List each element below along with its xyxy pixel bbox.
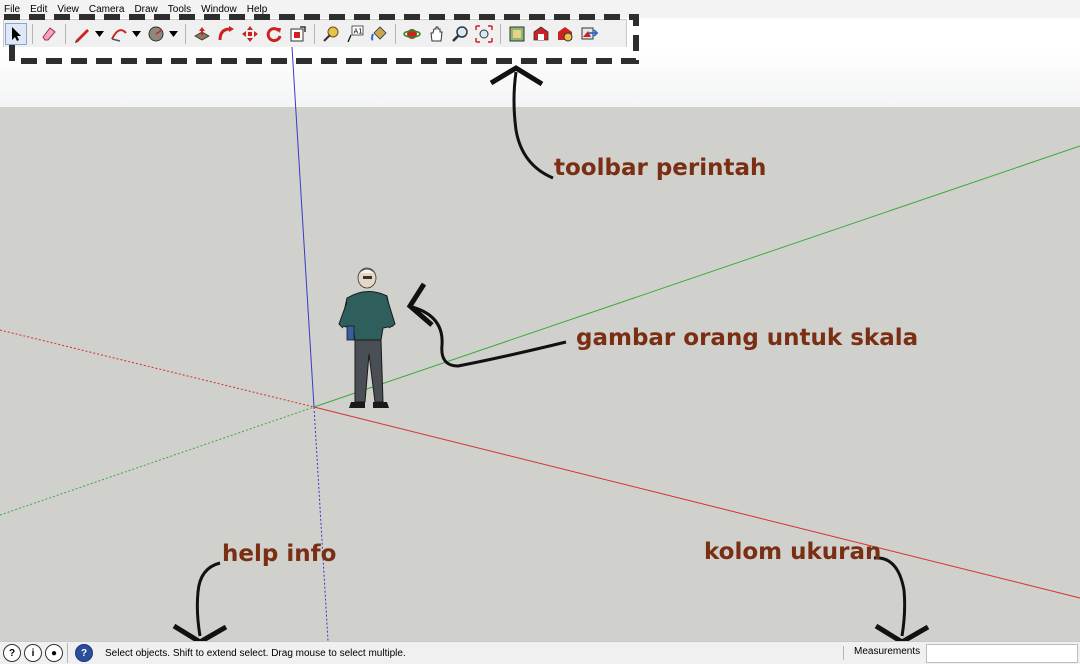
zoom-extents-tool-button[interactable] xyxy=(473,23,495,45)
toolbar-separator xyxy=(500,23,501,44)
zoom-tool-button[interactable] xyxy=(449,23,471,45)
toolbar-separator xyxy=(65,23,66,44)
toolbar-separator xyxy=(314,23,315,44)
warehouse-button[interactable] xyxy=(530,23,552,45)
toolbar-separator xyxy=(185,23,186,44)
orbit-tool-button[interactable] xyxy=(401,23,423,45)
push-pull-tool-button[interactable] xyxy=(191,23,213,45)
text-icon: A1 xyxy=(347,25,364,42)
follow-me-tool-button[interactable] xyxy=(215,23,237,45)
pan-icon xyxy=(430,26,443,41)
push-pull-icon xyxy=(194,26,210,40)
eraser-tool-button[interactable] xyxy=(38,23,60,45)
figure-book xyxy=(346,325,355,341)
toolbar-area-background xyxy=(0,47,1080,107)
tape-measure-tool-button[interactable] xyxy=(320,23,342,45)
measurements-label: Measurements xyxy=(854,646,921,657)
paint-bucket-tool-button[interactable] xyxy=(368,23,390,45)
select-icon xyxy=(12,26,21,41)
svg-text:A1: A1 xyxy=(354,27,363,35)
eraser-icon xyxy=(42,26,56,40)
move-tool-button[interactable] xyxy=(239,23,261,45)
zoom-extents-icon xyxy=(475,24,493,43)
zoom-icon xyxy=(452,25,468,42)
scale-icon xyxy=(290,25,306,41)
drawing-viewport[interactable] xyxy=(0,107,1080,641)
chevron-down-icon xyxy=(94,30,104,37)
pencil-line-icon xyxy=(75,28,89,43)
warehouse-icon xyxy=(533,26,549,40)
select-tool-button[interactable] xyxy=(5,22,27,45)
figure-hair xyxy=(358,268,376,274)
toolbar-separator xyxy=(395,23,396,44)
toolbar-separator xyxy=(32,23,33,44)
line-tool-button[interactable] xyxy=(71,23,93,45)
menu-camera[interactable]: Camera xyxy=(84,4,130,15)
move-icon xyxy=(242,25,258,42)
scale-tool-button[interactable] xyxy=(287,23,309,45)
geo-location-icon[interactable]: ? xyxy=(3,644,21,662)
annotation-help: help info xyxy=(222,541,337,567)
chevron-down-icon xyxy=(131,30,141,37)
figure-glasses xyxy=(363,276,372,279)
measurements-input[interactable] xyxy=(926,644,1078,663)
share-model-icon xyxy=(558,26,573,41)
shape-dropdown[interactable] xyxy=(168,23,178,45)
menu-tools[interactable]: Tools xyxy=(163,4,196,15)
instructor-help-icon[interactable]: ? xyxy=(75,644,93,662)
pan-tool-button[interactable] xyxy=(425,23,447,45)
components-icon xyxy=(509,26,525,41)
preview-icon xyxy=(581,27,598,39)
annotation-toolbar: toolbar perintah xyxy=(554,155,767,181)
tape-measure-icon xyxy=(323,26,339,42)
menu-bar: File Edit View Camera Draw Tools Window … xyxy=(0,0,1080,18)
figure-trousers xyxy=(354,339,384,403)
arc-icon xyxy=(111,28,127,42)
status-separator xyxy=(843,646,844,660)
menu-view[interactable]: View xyxy=(52,4,84,15)
menu-edit[interactable]: Edit xyxy=(25,4,52,15)
menu-window[interactable]: Window xyxy=(196,4,242,15)
menu-help[interactable]: Help xyxy=(242,4,273,15)
annotation-person: gambar orang untuk skala xyxy=(576,325,919,351)
chevron-down-icon xyxy=(168,30,178,37)
shape-tool-button[interactable] xyxy=(145,23,167,45)
share-model-button[interactable] xyxy=(554,23,576,45)
rotate-icon xyxy=(266,26,282,42)
orbit-icon xyxy=(403,28,421,39)
text-tool-button[interactable]: A1 xyxy=(344,23,366,45)
scale-figure[interactable] xyxy=(333,264,403,410)
arc-tool-button[interactable] xyxy=(108,23,130,45)
figure-shoes xyxy=(349,402,389,408)
status-bar: ? i ● ? Select objects. Shift to extend … xyxy=(0,641,1080,664)
follow-me-icon xyxy=(218,25,234,40)
user-icon[interactable]: ● xyxy=(45,644,63,662)
paint-bucket-icon xyxy=(371,25,387,41)
menu-file[interactable]: File xyxy=(0,4,25,15)
shape-circle-icon xyxy=(148,26,164,41)
line-dropdown[interactable] xyxy=(94,23,104,45)
status-separator xyxy=(67,643,68,663)
status-help-text: Select objects. Shift to extend select. … xyxy=(105,647,406,659)
components-button[interactable] xyxy=(506,23,528,45)
menu-draw[interactable]: Draw xyxy=(129,4,162,15)
main-toolbar: A1 xyxy=(3,19,627,48)
preview-button[interactable] xyxy=(578,23,600,45)
rotate-tool-button[interactable] xyxy=(263,23,285,45)
arc-dropdown[interactable] xyxy=(131,23,141,45)
credits-icon[interactable]: i xyxy=(24,644,42,662)
annotation-measure: kolom ukuran xyxy=(704,539,882,565)
